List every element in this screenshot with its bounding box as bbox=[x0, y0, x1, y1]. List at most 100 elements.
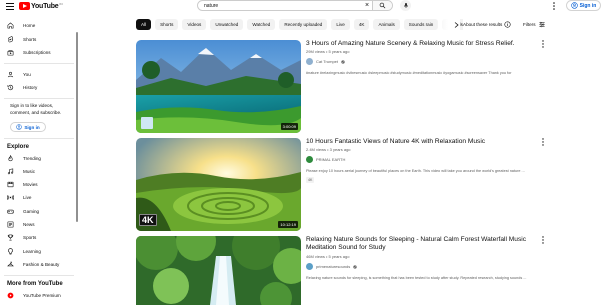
sidebar-item-subscriptions[interactable]: Subscriptions bbox=[0, 46, 74, 59]
sidebar-item-trending[interactable]: Trending bbox=[0, 152, 74, 165]
sidebar-item-movies[interactable]: Movies bbox=[0, 178, 74, 191]
sidebar-item-news[interactable]: News bbox=[0, 218, 74, 231]
clear-search-icon[interactable]: × bbox=[362, 1, 372, 10]
movies-icon bbox=[7, 181, 14, 188]
video-thumbnail[interactable] bbox=[136, 236, 301, 305]
sidebar-item-label: Fashion & Beauty bbox=[23, 262, 60, 267]
video-title[interactable]: 10 Hours Fantastic Views of Nature 4K wi… bbox=[306, 138, 541, 146]
channel-name[interactable]: PRIMAL EARTH bbox=[316, 157, 345, 162]
sidebar-item-label: Subscriptions bbox=[23, 50, 51, 55]
account-circle-icon bbox=[16, 124, 23, 130]
chip-sounds-rain[interactable]: Sounds rain bbox=[403, 19, 439, 30]
channel-row[interactable]: PRIMAL EARTH bbox=[306, 156, 345, 163]
sidebar-item-music[interactable]: Music bbox=[0, 165, 74, 178]
filters-icon bbox=[538, 21, 545, 28]
channel-avatar[interactable] bbox=[306, 58, 313, 65]
sidebar-item-label: News bbox=[23, 222, 35, 227]
sidebar: Home Shorts Subscriptions You History Si… bbox=[0, 15, 78, 305]
sidebar-item-label: Learning bbox=[23, 249, 41, 254]
trending-icon bbox=[8, 155, 13, 162]
search-icon bbox=[379, 2, 386, 9]
more-actions-icon[interactable] bbox=[541, 40, 545, 48]
chip-videos[interactable]: Videos bbox=[182, 19, 207, 30]
chip-recently-uploaded[interactable]: Recently uploaded bbox=[279, 19, 328, 30]
sports-icon bbox=[7, 234, 14, 241]
chip-live[interactable]: Live bbox=[331, 19, 350, 30]
channel-row[interactable]: Cat Trumpet bbox=[306, 58, 345, 65]
filters-button[interactable]: Filters bbox=[523, 19, 546, 30]
sidebar-item-label: Trending bbox=[23, 156, 41, 161]
sidebar-item-gaming[interactable]: Gaming bbox=[0, 205, 74, 218]
channel-avatar[interactable] bbox=[306, 263, 313, 270]
search-button[interactable] bbox=[372, 1, 392, 10]
sidebar-item-youtube-premium[interactable]: YouTube Premium bbox=[0, 289, 74, 302]
video-result[interactable]: 4K 10:12:19 10 Hours Fantastic Views of … bbox=[136, 138, 556, 231]
sidebar-item-sports[interactable]: Sports bbox=[0, 231, 74, 244]
sidebar-item-you[interactable]: You bbox=[0, 68, 74, 81]
video-result[interactable]: 3:00:09 3 Hours of Amazing Nature Scener… bbox=[136, 40, 556, 133]
chip-animals[interactable]: Animals bbox=[373, 19, 400, 30]
video-description: Relaxing nature sounds for sleeping, is … bbox=[306, 276, 527, 280]
shorts-icon bbox=[8, 36, 14, 43]
sidebar-item-home[interactable]: Home bbox=[0, 19, 74, 32]
live-icon bbox=[7, 194, 14, 201]
home-icon bbox=[7, 22, 14, 29]
video-thumbnail[interactable]: 3:00:09 bbox=[136, 40, 301, 133]
more-actions-icon[interactable] bbox=[541, 236, 545, 244]
channel-row[interactable]: primenaturesounds bbox=[306, 263, 357, 270]
search-input[interactable] bbox=[198, 1, 362, 10]
sidebar-item-live[interactable]: Live bbox=[0, 191, 74, 204]
sidebar-item-label: Home bbox=[23, 23, 36, 28]
settings-more-icon[interactable] bbox=[551, 2, 557, 10]
sign-in-button[interactable]: Sign in bbox=[566, 0, 601, 11]
logo-region: IN bbox=[59, 2, 63, 6]
sidebar-divider bbox=[4, 63, 74, 64]
thumbnail-image bbox=[136, 138, 301, 231]
video-title[interactable]: Relaxing Nature Sounds for Sleeping - Na… bbox=[306, 236, 541, 253]
channel-name[interactable]: primenaturesounds bbox=[316, 264, 350, 269]
sidebar-item-label: Music bbox=[23, 169, 35, 174]
voice-search-button[interactable] bbox=[400, 0, 411, 11]
quality-badge: 4K bbox=[306, 177, 315, 183]
youtube-premium-icon bbox=[7, 292, 14, 299]
chevron-right-icon[interactable] bbox=[454, 22, 459, 28]
sidebar-item-fashion-beauty[interactable]: Fashion & Beauty bbox=[0, 258, 74, 271]
gaming-icon bbox=[7, 209, 14, 214]
you-icon bbox=[7, 71, 14, 78]
chip-unwatched[interactable]: Unwatched bbox=[210, 19, 244, 30]
video-description: #nature #relaxingmusic #vibesmusic #slee… bbox=[306, 71, 512, 75]
chip-watched[interactable]: Watched bbox=[247, 19, 276, 30]
sidebar-divider bbox=[4, 275, 74, 276]
menu-icon[interactable] bbox=[6, 3, 14, 10]
about-results-label: About these results bbox=[463, 22, 503, 27]
video-title[interactable]: 3 Hours of Amazing Nature Scenery & Rela… bbox=[306, 40, 541, 48]
channel-name[interactable]: Cat Trumpet bbox=[316, 59, 338, 64]
music-icon bbox=[7, 168, 14, 175]
sidebar-item-history[interactable]: History bbox=[0, 81, 74, 94]
sidebar-item-label: Live bbox=[23, 195, 32, 200]
video-duration: 3:00:09 bbox=[280, 123, 298, 130]
chip-all[interactable]: All bbox=[136, 19, 152, 30]
sidebar-sign-in-button[interactable]: Sign in bbox=[10, 122, 46, 132]
chip-4k[interactable]: 4K bbox=[353, 19, 370, 30]
video-thumbnail[interactable]: 4K 10:12:19 bbox=[136, 138, 301, 231]
thumbnail-badge bbox=[141, 117, 153, 129]
thumbnail-image bbox=[136, 40, 301, 133]
sidebar-item-label: Movies bbox=[23, 182, 38, 187]
channel-avatar[interactable] bbox=[306, 156, 313, 163]
video-result[interactable]: Relaxing Nature Sounds for Sleeping - Na… bbox=[136, 236, 556, 305]
video-meta: 29M views • 5 years ago bbox=[306, 49, 350, 54]
history-icon bbox=[7, 84, 14, 91]
youtube-logo[interactable]: YouTube IN bbox=[19, 2, 63, 10]
4k-logo: 4K bbox=[139, 214, 157, 226]
about-results-link[interactable]: About these results bbox=[463, 19, 512, 30]
more-actions-icon[interactable] bbox=[541, 138, 545, 146]
learning-icon bbox=[8, 248, 13, 255]
sidebar-item-learning[interactable]: Learning bbox=[0, 245, 74, 258]
more-from-youtube-heading: More from YouTube bbox=[7, 281, 63, 287]
sidebar-scrollbar[interactable] bbox=[76, 32, 78, 222]
sidebar-item-shorts[interactable]: Shorts bbox=[0, 33, 74, 46]
sidebar-item-label: History bbox=[23, 85, 38, 90]
chip-shorts[interactable]: Shorts bbox=[155, 19, 179, 30]
news-icon bbox=[7, 221, 14, 228]
